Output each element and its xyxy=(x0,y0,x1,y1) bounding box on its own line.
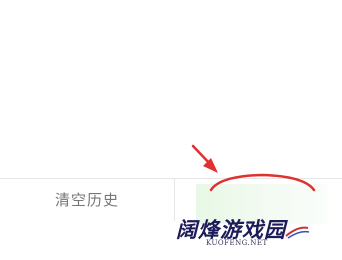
bar-divider xyxy=(174,179,175,221)
watermark-url: KUOFENG.NET xyxy=(206,239,268,247)
watermark-swoosh-icon xyxy=(285,226,310,239)
clear-history-button[interactable]: 清空历史 xyxy=(0,179,174,221)
app-screen: 清空历史 阔烽游戏园 KUOFENG.NET xyxy=(0,0,342,260)
watermark-logo: 阔烽游戏园 KUOFENG.NET xyxy=(176,214,326,254)
history-content-area xyxy=(0,0,342,178)
